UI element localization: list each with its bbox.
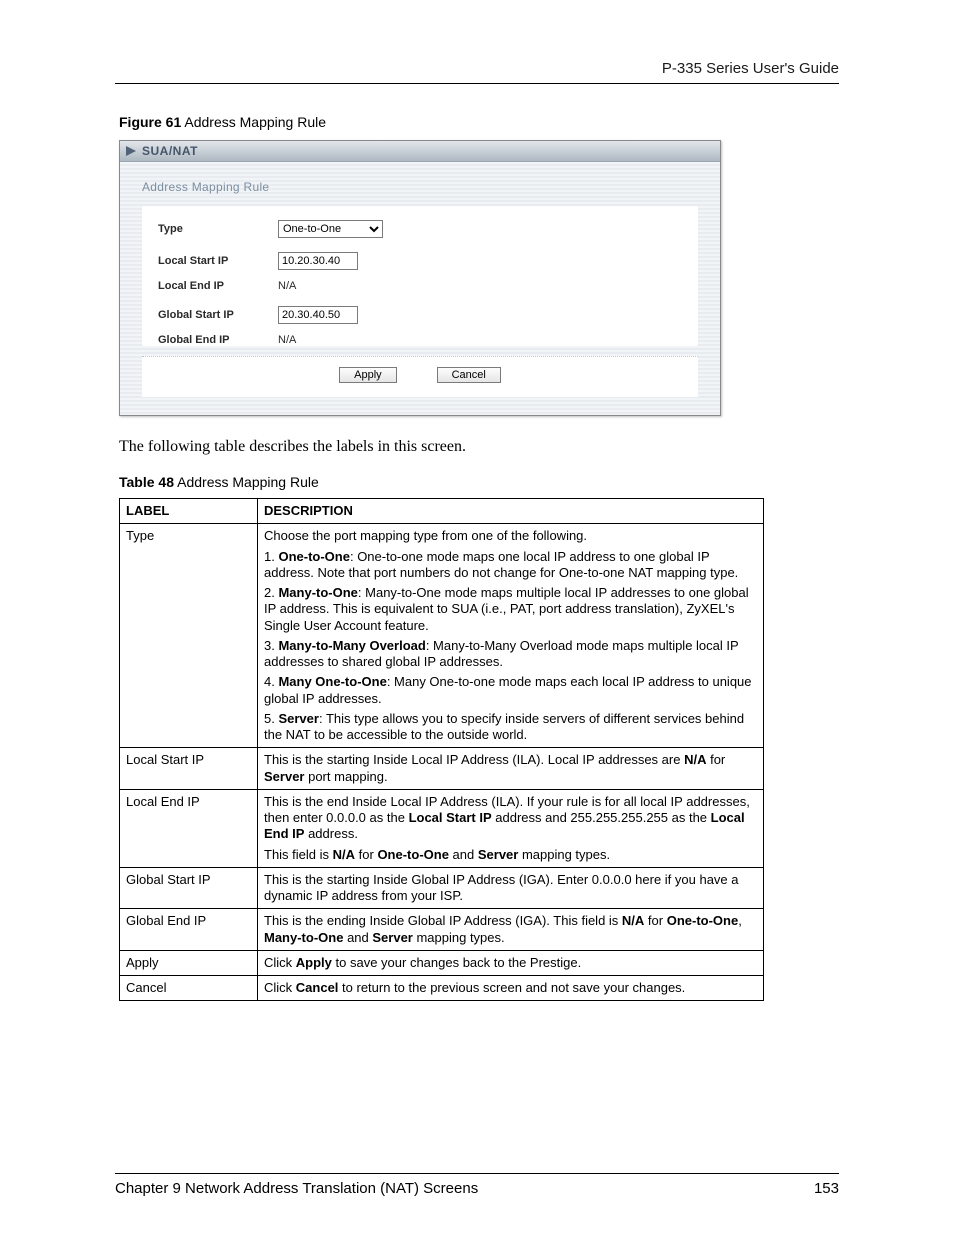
table-title: Address Mapping Rule — [174, 474, 319, 490]
table-row: Local End IP This is the end Inside Loca… — [120, 789, 764, 867]
footer-chapter: Chapter 9 Network Address Translation (N… — [115, 1180, 478, 1197]
global-start-ip-input[interactable] — [278, 306, 358, 324]
section-heading: Address Mapping Rule — [142, 180, 702, 194]
local-end-ip-value: N/A — [278, 280, 296, 292]
table-row: Global Start IP This is the starting Ins… — [120, 867, 764, 909]
cell-description: Choose the port mapping type from one of… — [258, 524, 764, 748]
cell-label: Global End IP — [120, 909, 258, 951]
screenshot-panel: SUA/NAT Address Mapping Rule Type One-to… — [119, 140, 721, 416]
cell-label: Local Start IP — [120, 748, 258, 790]
cell-description: This is the end Inside Local IP Address … — [258, 789, 764, 867]
cell-label: Apply — [120, 950, 258, 975]
window-title-bar: SUA/NAT — [120, 141, 720, 162]
page-footer: Chapter 9 Network Address Translation (N… — [115, 1173, 839, 1197]
table-row: Cancel Click Cancel to return to the pre… — [120, 976, 764, 1001]
body-paragraph: The following table describes the labels… — [119, 438, 839, 456]
table-header-row: LABEL DESCRIPTION — [120, 499, 764, 524]
window-title: SUA/NAT — [142, 144, 198, 158]
table-row: Local Start IP This is the starting Insi… — [120, 748, 764, 790]
figure-number: Figure 61 — [119, 114, 181, 130]
global-start-ip-label: Global Start IP — [158, 309, 278, 321]
apply-button[interactable]: Apply — [339, 367, 397, 383]
table-row: Apply Click Apply to save your changes b… — [120, 950, 764, 975]
figure-title: Address Mapping Rule — [181, 114, 326, 130]
table-row: Type Choose the port mapping type from o… — [120, 524, 764, 748]
footer-rule — [115, 1173, 839, 1174]
type-select[interactable]: One-to-One — [278, 220, 383, 238]
cell-description: Click Apply to save your changes back to… — [258, 950, 764, 975]
cell-description: Click Cancel to return to the previous s… — [258, 976, 764, 1001]
cell-description: This is the starting Inside Global IP Ad… — [258, 867, 764, 909]
local-start-ip-input[interactable] — [278, 252, 358, 270]
chevron-right-icon — [126, 146, 136, 156]
table-number: Table 48 — [119, 474, 174, 490]
footer-page-number: 153 — [814, 1180, 839, 1197]
header-guide-title: P-335 Series User's Guide — [115, 60, 839, 77]
cell-description: This is the starting Inside Local IP Add… — [258, 748, 764, 790]
header-rule — [115, 83, 839, 84]
type-label: Type — [158, 223, 278, 235]
table-caption: Table 48 Address Mapping Rule — [119, 474, 839, 490]
figure-caption: Figure 61 Address Mapping Rule — [119, 114, 839, 130]
local-end-ip-label: Local End IP — [158, 280, 278, 292]
th-label: LABEL — [120, 499, 258, 524]
cell-label: Type — [120, 524, 258, 748]
cell-label: Local End IP — [120, 789, 258, 867]
cell-label: Cancel — [120, 976, 258, 1001]
cancel-button[interactable]: Cancel — [437, 367, 501, 383]
cell-label: Global Start IP — [120, 867, 258, 909]
th-description: DESCRIPTION — [258, 499, 764, 524]
cell-description: This is the ending Inside Global IP Addr… — [258, 909, 764, 951]
global-end-ip-label: Global End IP — [158, 334, 278, 346]
global-end-ip-value: N/A — [278, 334, 296, 346]
local-start-ip-label: Local Start IP — [158, 255, 278, 267]
description-table: LABEL DESCRIPTION Type Choose the port m… — [119, 498, 764, 1001]
table-row: Global End IP This is the ending Inside … — [120, 909, 764, 951]
